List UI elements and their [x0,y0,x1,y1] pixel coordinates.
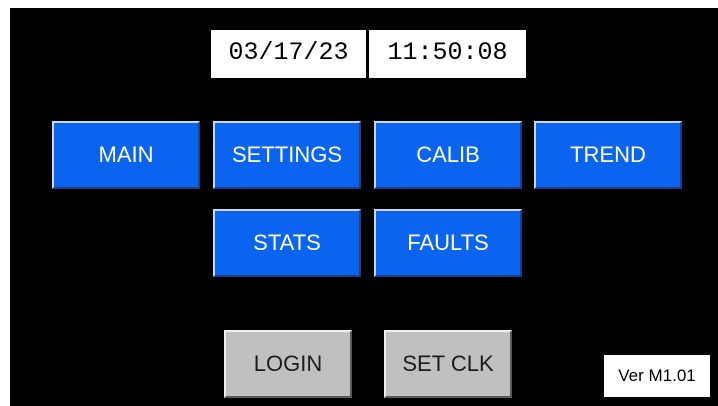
settings-button[interactable]: SETTINGS [213,121,361,189]
hmi-screen: 03/17/23 11:50:08 MAIN SETTINGS CALIB TR… [10,8,718,406]
version-label: Ver M1.01 [604,355,710,397]
time-display: 11:50:08 [369,30,526,78]
main-button[interactable]: MAIN [52,121,200,189]
faults-button[interactable]: FAULTS [374,209,522,277]
stats-button[interactable]: STATS [213,209,361,277]
trend-button[interactable]: TREND [534,121,682,189]
calib-button[interactable]: CALIB [374,121,522,189]
set-clock-button[interactable]: SET CLK [384,330,512,398]
date-display: 03/17/23 [211,30,366,78]
login-button[interactable]: LOGIN [224,330,352,398]
